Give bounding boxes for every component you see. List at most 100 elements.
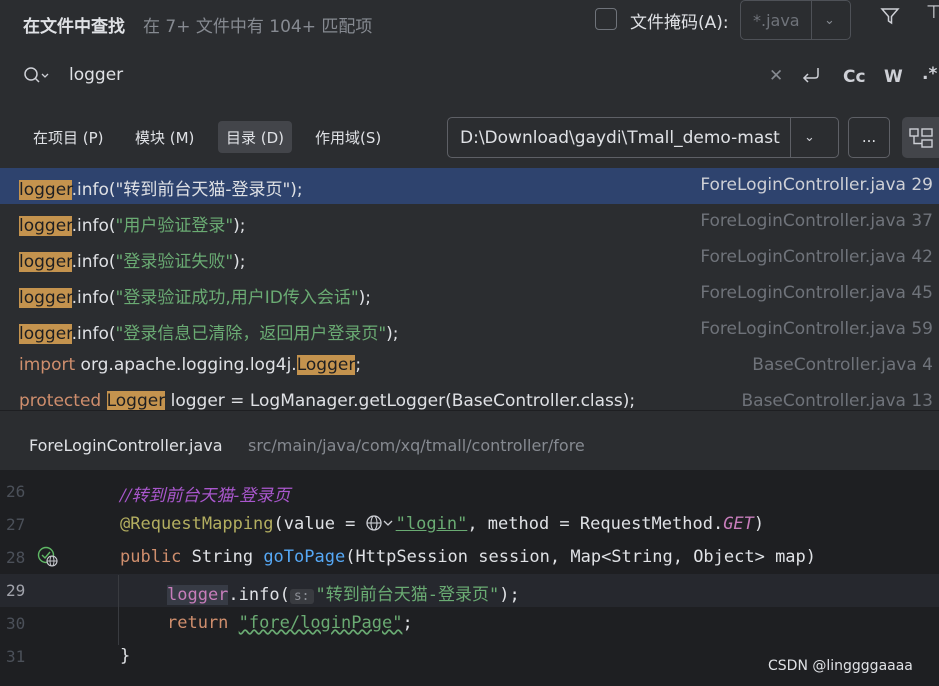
result-row[interactable]: protected Logger logger = LogManager.get… (0, 384, 939, 410)
result-string: "用户验证登录" (115, 216, 234, 236)
search-bar: ✕ Cc W .* (0, 48, 939, 105)
file-mask-checkbox[interactable] (595, 8, 617, 30)
code-annotation: @RequestMapping (120, 514, 274, 534)
result-string: "登录信息已清除，返回用户登录页" (115, 324, 387, 344)
search-history-icon[interactable] (23, 66, 49, 90)
result-code: logger.info("转到前台天猫-登录页"); (19, 175, 303, 200)
code-preview[interactable]: 26 //转到前台天猫-登录页 27 @RequestMapping(value… (0, 470, 939, 686)
result-file-location: ForeLoginController.java 37 (700, 211, 933, 231)
dialog-title: 在文件中查找 (23, 16, 125, 37)
line-number: 26 (6, 482, 26, 501)
result-code: logger.info("用户验证登录"); (19, 211, 246, 236)
new-line-icon[interactable] (800, 65, 822, 89)
match-highlight: logger (19, 324, 72, 344)
file-mask-label: 文件掩码(A): (630, 13, 729, 33)
result-code: logger.info("登录验证失败"); (19, 247, 246, 272)
result-file-location: ForeLoginController.java 59 (700, 319, 933, 339)
result-row[interactable]: import org.apache.logging.log4j.Logger; … (0, 348, 939, 384)
code-keyword: return (167, 613, 229, 633)
structure-icon (909, 128, 933, 148)
result-code-text: .info( (71, 216, 116, 236)
code-line: 26 //转到前台天猫-登录页 (0, 475, 939, 508)
result-row[interactable]: logger.info("用户验证登录"); ForeLoginControll… (0, 204, 939, 240)
result-file-location: ForeLoginController.java 45 (700, 283, 933, 303)
line-number: 27 (6, 515, 26, 534)
result-code-text: .info( (71, 324, 116, 344)
line-number: 28 (6, 548, 26, 567)
result-file-location: ForeLoginController.java 29 (700, 175, 933, 195)
result-code-text: .info( (71, 288, 116, 308)
result-code-tail: ); (233, 216, 246, 236)
code-keyword: public (120, 547, 182, 567)
code-string: "fore/loginPage" (238, 613, 403, 633)
code-token: (value = (273, 514, 366, 534)
code-text: @RequestMapping(value = "login", method … (120, 514, 764, 534)
code-constant: GET (723, 514, 754, 534)
result-row[interactable]: logger.info("登录验证成功,用户ID传入会话"); ForeLogi… (0, 276, 939, 312)
result-code-tail: ; (355, 355, 362, 375)
chevron-down-icon[interactable]: ⌄ (824, 13, 835, 28)
preview-path-bar: ForeLoginController.java src/main/java/c… (0, 411, 939, 470)
code-token: ); (499, 585, 520, 605)
result-row[interactable]: logger.info("登录信息已清除，返回用户登录页"); ForeLogi… (0, 312, 939, 348)
code-line: 30 return "fore/loginPage"; (0, 607, 939, 640)
match-case-toggle[interactable]: Cc (843, 67, 866, 87)
match-highlight: logger (19, 180, 72, 200)
code-token: , method = RequestMethod. (467, 514, 724, 534)
directory-value[interactable]: D:\Download\gaydi\Tmall_demo-mast (460, 128, 790, 148)
file-mask-divider (811, 1, 812, 39)
result-code-tail: ); (233, 252, 246, 272)
code-token: (HttpSession session, Map<String, Object… (345, 547, 817, 567)
match-highlight: logger (19, 288, 72, 308)
result-code-text: org.apache.logging.log4j. (75, 355, 297, 375)
tab-scope[interactable]: 作用域(S) (307, 121, 389, 153)
code-text: } (120, 646, 130, 666)
result-keyword: import (19, 355, 76, 375)
code-token: .info( (228, 585, 290, 605)
match-highlight: logger (19, 252, 72, 272)
tab-directory[interactable]: 目录 (D) (218, 121, 293, 153)
code-comment: //转到前台天猫-登录页 (120, 486, 291, 506)
match-highlight: Logger (296, 355, 356, 375)
watermark: CSDN @linggggaaaa (768, 658, 913, 674)
result-string: "登录验证成功,用户ID传入会话" (115, 288, 359, 308)
find-in-files-header: 在文件中查找 在 7+ 文件中有 104+ 匹配项 文件掩码(A): *.jav… (0, 0, 939, 48)
regex-toggle[interactable]: .* (922, 64, 937, 84)
result-file-location: BaseController.java 4 (752, 355, 933, 375)
globe-icon[interactable] (366, 515, 396, 531)
result-row[interactable]: logger.info("登录验证失败"); ForeLoginControll… (0, 240, 939, 276)
file-mask-combobox[interactable]: *.java ⌄ (740, 0, 851, 40)
code-token: String (181, 547, 264, 567)
clear-icon[interactable]: ✕ (769, 66, 783, 86)
parameter-hint: s: (289, 589, 314, 604)
code-method-name: goToPage (263, 547, 346, 567)
code-field: logger (167, 585, 229, 605)
code-token: } (120, 646, 131, 666)
result-code-tail: ); (386, 324, 399, 344)
whole-words-toggle[interactable]: W (884, 67, 903, 87)
result-string: "转到前台天猫-登录页" (115, 180, 291, 200)
preview-file-name: ForeLoginController.java (29, 436, 223, 455)
result-code-text: .info( (71, 252, 116, 272)
result-code-tail: ); (358, 288, 372, 308)
browse-button[interactable]: ... (848, 117, 890, 158)
preview-file-path: src/main/java/com/xq/tmall/controller/fo… (248, 436, 585, 455)
results-list: logger.info("转到前台天猫-登录页"); ForeLoginCont… (0, 168, 939, 410)
match-highlight: logger (19, 216, 72, 236)
result-file-location: ForeLoginController.java 42 (700, 247, 933, 267)
tab-module[interactable]: 模块 (M) (127, 121, 202, 153)
search-input[interactable] (69, 65, 719, 85)
group-by-structure-button[interactable] (902, 117, 939, 158)
web-endpoint-gutter-icon[interactable] (37, 546, 59, 573)
directory-combobox[interactable]: D:\Download\gaydi\Tmall_demo-mast ⌄ (447, 117, 839, 158)
chevron-down-icon[interactable]: ⌄ (804, 130, 815, 145)
pin-icon[interactable]: ⊤ (926, 2, 939, 23)
filter-icon[interactable] (880, 6, 900, 30)
file-mask-value[interactable]: *.java (753, 11, 811, 30)
indent-guide (118, 575, 119, 645)
result-row[interactable]: logger.info("转到前台天猫-登录页"); ForeLoginCont… (0, 168, 939, 204)
tab-project[interactable]: 在项目 (P) (25, 121, 112, 153)
result-keyword: protected (19, 391, 102, 410)
code-text: public String goToPage(HttpSession sessi… (120, 547, 816, 567)
code-line: 28 public String goToPage(HttpSession se… (0, 541, 939, 574)
